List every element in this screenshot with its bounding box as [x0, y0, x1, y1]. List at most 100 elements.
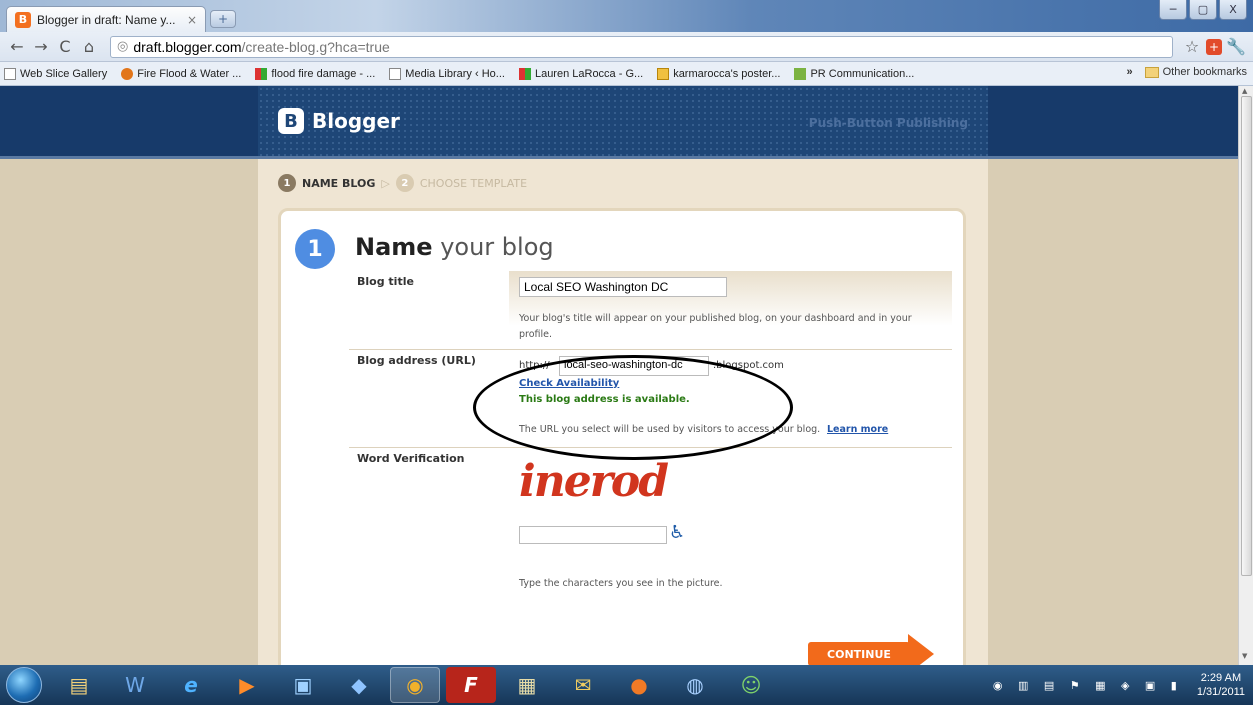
captcha-image: inerod [519, 456, 669, 507]
blog-title-label: Blog title [357, 275, 414, 288]
window-app-icon[interactable]: ▣ [278, 667, 328, 703]
bookmark-item[interactable]: PR Communication... [794, 67, 915, 80]
screen: { "browser": { "tab_title": "Blogger in … [0, 0, 1253, 705]
scroll-down-icon[interactable]: ▼ [1242, 652, 1247, 660]
tab-close-icon[interactable]: × [187, 13, 197, 27]
blogger-header: B Blogger Push-Button Publishing [0, 86, 1238, 156]
globe-icon: ◎ [117, 39, 129, 54]
blogger-logo-icon: B [278, 108, 304, 134]
bookmark-label: flood fire damage - ... [271, 67, 376, 80]
clock-date: 1/31/2011 [1196, 686, 1245, 698]
other-bookmarks[interactable]: Other bookmarks [1163, 66, 1247, 78]
bookmark-label: karmarocca's poster... [673, 67, 781, 80]
extension-icon[interactable]: + [1203, 36, 1225, 58]
step-number-badge: 1 [295, 229, 335, 269]
forward-icon[interactable]: → [30, 36, 52, 58]
blog-title-input[interactable]: Local SEO Washington DC [519, 277, 727, 297]
blogger-logo-text: Blogger [312, 109, 400, 133]
site-icon [255, 67, 268, 80]
clock[interactable]: 2:29 AM 1/31/2011 [1197, 671, 1245, 699]
page-icon [389, 67, 402, 80]
firefox-icon[interactable]: ● [614, 667, 664, 703]
reload-icon[interactable]: C [54, 36, 76, 58]
step-2-badge: 2 [395, 174, 414, 192]
annotation-ellipse [473, 355, 793, 460]
captcha-input[interactable] [519, 526, 667, 544]
continue-button[interactable]: CONTINUE [808, 642, 910, 665]
blog-title-field-area: Local SEO Washington DC Your blog's titl… [509, 271, 952, 349]
scroll-up-icon[interactable]: ▲ [1242, 87, 1247, 95]
word-verification-row: Word Verification inerod ♿ Type the char… [349, 447, 952, 665]
site-icon [518, 67, 531, 80]
site-icon [121, 67, 134, 80]
minimize-button[interactable]: ─ [1159, 0, 1187, 20]
bookmark-item[interactable]: Web Slice Gallery [4, 67, 108, 80]
tab-title: Blogger in draft: Name y... [37, 12, 176, 27]
page: B Blogger Push-Button Publishing 1 NAME … [0, 86, 1238, 665]
maximize-button[interactable]: ▢ [1189, 0, 1217, 20]
learn-more-link[interactable]: Learn more [827, 424, 888, 435]
url-path: /create-blog.g?hca=true [241, 38, 390, 55]
explorer-icon[interactable]: ▤ [54, 667, 104, 703]
folder-icon [1144, 66, 1159, 78]
page-icon [4, 67, 16, 80]
filezilla-icon[interactable]: F [446, 667, 496, 703]
word-icon[interactable]: W [110, 667, 160, 703]
vertical-scrollbar[interactable]: ▲ ▼ [1238, 86, 1253, 665]
bookmark-label: Fire Flood & Water ... [137, 67, 242, 80]
back-icon[interactable]: ← [6, 36, 28, 58]
url-host: draft.blogger.com [133, 38, 242, 55]
chrome-icon[interactable]: ◉ [390, 667, 440, 703]
system-tray: ◉ ▥ ▤ ⚑ ▦ ◈ ▣ ▮ 2:29 AM 1/31/2011 [993, 665, 1245, 705]
bookmark-item[interactable]: Fire Flood & Water ... [121, 67, 242, 80]
card-title: Name your blog [355, 233, 554, 261]
site-icon [794, 67, 807, 80]
word-verification-field-area: inerod ♿ Type the characters you see in … [509, 448, 952, 648]
bookmark-label: Media Library ‹ Ho... [405, 67, 505, 80]
bookmarks-right: » Other bookmarks [1127, 66, 1248, 78]
step-2-label: CHOOSE TEMPLATE [419, 176, 528, 190]
blogger-logo[interactable]: B Blogger [278, 108, 400, 134]
start-button[interactable] [6, 667, 42, 703]
address-bar[interactable]: ◎ draft.blogger.com/create-blog.g?hca=tr… [110, 35, 1173, 58]
bookmark-label: Lauren LaRocca - G... [534, 67, 644, 80]
site-icon [657, 67, 670, 80]
outlook-icon[interactable]: ✉ [558, 667, 608, 703]
windows-taskbar: ▤ W e ▶ ▣ ◆ ◉ F ▦ ✉ ● ◍ ☺ ◉ ▥ ▤ ⚑ ▦ ◈ ▣ … [0, 665, 1253, 705]
card-title-rest: your blog [432, 233, 554, 261]
clipboard-icon[interactable]: ▦ [502, 667, 552, 703]
notes-app-icon[interactable]: ◆ [334, 667, 384, 703]
internet-explorer-icon[interactable]: e [166, 667, 216, 703]
continue-arrow-icon[interactable] [908, 634, 934, 665]
card-title-bold: Name [355, 233, 433, 261]
header-center: B Blogger Push-Button Publishing [258, 86, 988, 156]
star-icon[interactable]: ☆ [1181, 36, 1203, 58]
tagline: Push-Button Publishing [808, 116, 968, 130]
window-controls: ─ ▢ X [1157, 0, 1247, 20]
clock-time: 2:29 AM [1200, 672, 1242, 684]
tray-icons[interactable]: ◉ ▥ ▤ ⚑ ▦ ◈ ▣ ▮ [993, 679, 1183, 692]
word-verification-label: Word Verification [357, 452, 465, 465]
step-1-badge: 1 [278, 174, 296, 192]
bookmark-item[interactable]: Media Library ‹ Ho... [389, 67, 505, 80]
close-window-button[interactable]: X [1219, 0, 1247, 20]
bookmark-item[interactable]: Lauren LaRocca - G... [518, 67, 644, 80]
bookmark-label: PR Communication... [810, 67, 915, 80]
browser-titlebar: B Blogger in draft: Name y... × + ─ ▢ X [0, 0, 1253, 32]
browser-toolbar: ← → C ⌂ ◎ draft.blogger.com/create-blog.… [0, 32, 1253, 62]
new-tab-button[interactable]: + [210, 10, 236, 28]
bookmark-item[interactable]: flood fire damage - ... [255, 67, 376, 80]
bookmark-label: Web Slice Gallery [20, 67, 108, 80]
bookmarks-bar: Web Slice Gallery Fire Flood & Water ...… [0, 62, 1253, 86]
messenger-icon[interactable]: ☺ [726, 667, 776, 703]
bookmark-item[interactable]: karmarocca's poster... [657, 67, 781, 80]
wrench-icon[interactable]: 🔧 [1225, 36, 1247, 58]
accessibility-icon[interactable]: ♿ [669, 522, 685, 543]
blog-address-label: Blog address (URL) [357, 354, 476, 367]
network-app-icon[interactable]: ◍ [670, 667, 720, 703]
bookmarks-overflow-button[interactable]: » [1127, 66, 1133, 78]
home-icon[interactable]: ⌂ [78, 36, 100, 58]
media-player-icon[interactable]: ▶ [222, 667, 272, 703]
scroll-thumb[interactable] [1241, 96, 1252, 576]
browser-tab[interactable]: B Blogger in draft: Name y... × [6, 6, 206, 32]
